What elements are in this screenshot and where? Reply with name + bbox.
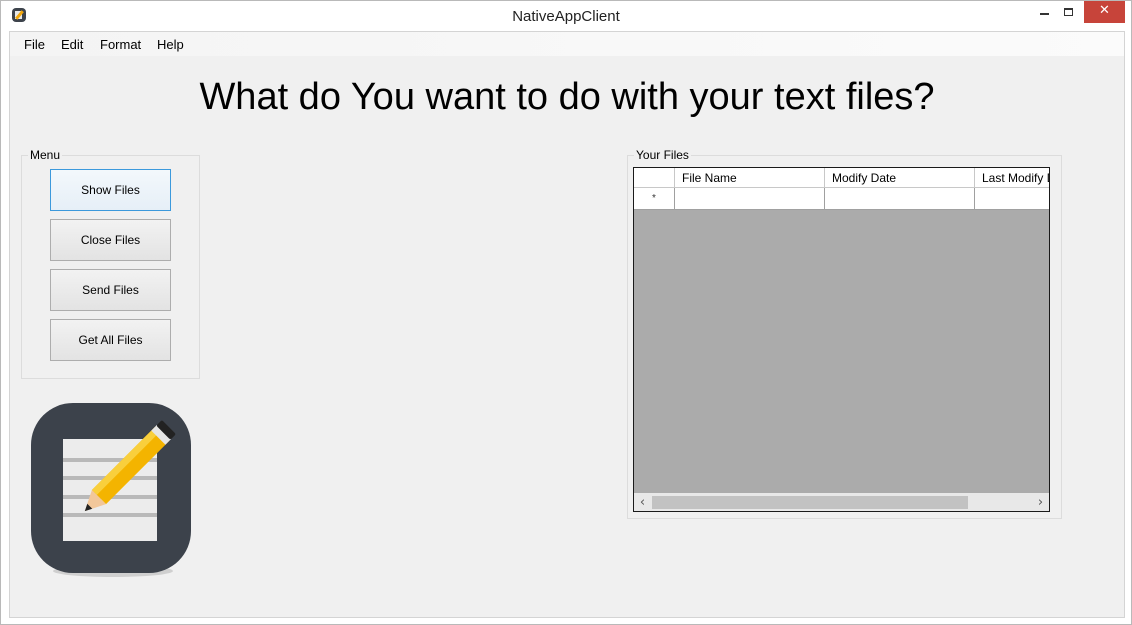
maximize-button[interactable] xyxy=(1057,1,1083,23)
chevron-left-icon[interactable]: ‹ xyxy=(634,494,651,511)
scrollbar-thumb[interactable] xyxy=(652,496,968,509)
title-bar[interactable]: NativeAppClient ✕ xyxy=(1,1,1131,31)
close-button[interactable]: ✕ xyxy=(1084,1,1125,23)
new-row-last-modify-date-cell[interactable] xyxy=(975,188,1049,210)
get-all-files-button[interactable]: Get All Files xyxy=(50,319,171,361)
new-row-marker[interactable]: * xyxy=(634,188,675,210)
app-window: NativeAppClient ✕ File Edit Format Help … xyxy=(0,0,1132,625)
new-row-file-name-cell[interactable] xyxy=(675,188,825,210)
window-title: NativeAppClient xyxy=(512,8,620,25)
send-files-button[interactable]: Send Files xyxy=(50,269,171,311)
menu-help[interactable]: Help xyxy=(157,37,184,52)
chevron-right-icon[interactable]: › xyxy=(1032,494,1049,511)
column-header-modify-date[interactable]: Modify Date xyxy=(825,168,975,188)
page-headline: What do You want to do with your text fi… xyxy=(199,76,935,118)
column-header-last-modify-date[interactable]: Last Modify Da xyxy=(975,168,1049,188)
your-files-group-label: Your Files xyxy=(634,148,691,162)
maximize-icon xyxy=(1064,8,1073,16)
close-files-button[interactable]: Close Files xyxy=(50,219,171,261)
menu-bar: File Edit Format Help xyxy=(10,32,1124,56)
minimize-icon xyxy=(1040,13,1049,15)
menu-edit[interactable]: Edit xyxy=(61,37,83,52)
files-grid[interactable]: File Name Modify Date Last Modify Da * ‹… xyxy=(633,167,1050,512)
minimize-button[interactable] xyxy=(1031,1,1057,23)
column-header-file-name[interactable]: File Name xyxy=(675,168,825,188)
menu-file[interactable]: File xyxy=(24,37,45,52)
new-row-modify-date-cell[interactable] xyxy=(825,188,975,210)
menu-format[interactable]: Format xyxy=(100,37,141,52)
show-files-button[interactable]: Show Files xyxy=(50,169,171,211)
row-header-corner xyxy=(634,168,675,188)
menu-group-label: Menu xyxy=(28,148,63,162)
notepad-pencil-logo xyxy=(31,403,191,578)
close-icon: ✕ xyxy=(1099,3,1110,18)
horizontal-scrollbar[interactable]: ‹ › xyxy=(634,493,1049,511)
